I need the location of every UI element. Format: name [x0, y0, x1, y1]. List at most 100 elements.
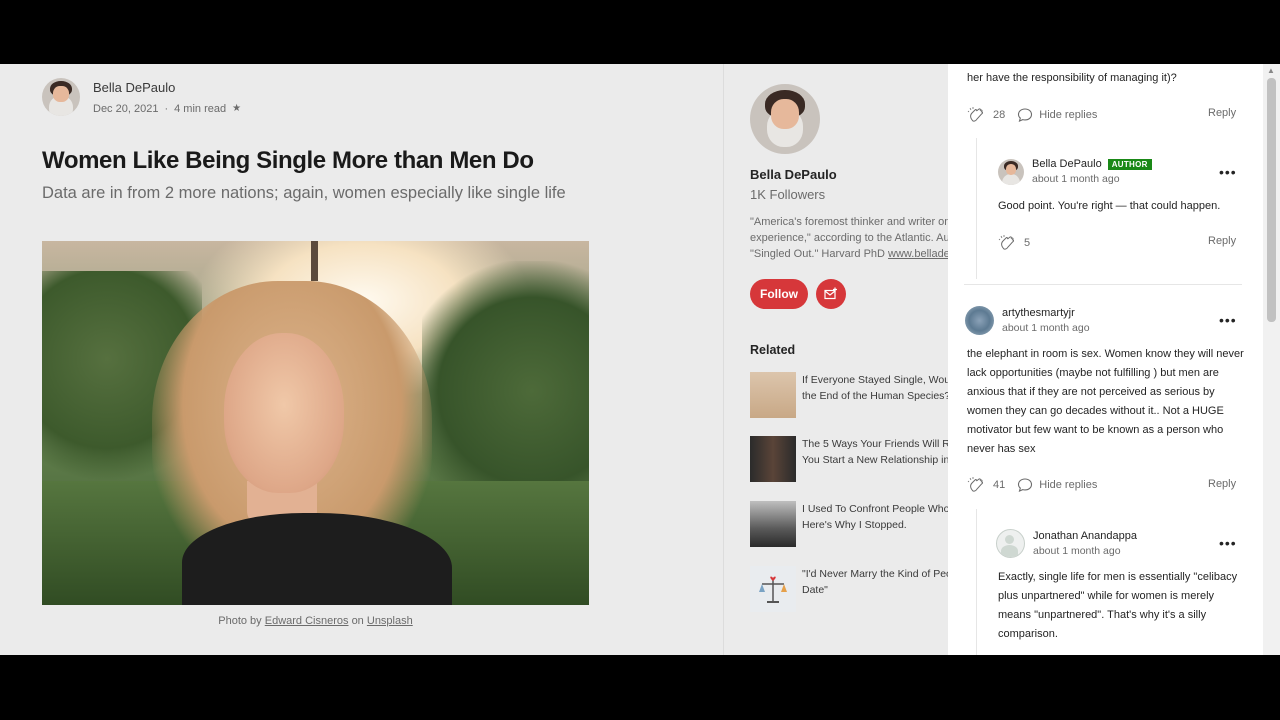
comment-text: the elephant in room is sex. Women know …: [967, 345, 1244, 459]
scales-heart-icon: [759, 576, 787, 603]
photo-face: [224, 333, 344, 493]
comment-actions: 28 Hide replies: [967, 106, 1097, 124]
related-title-line: "I'd Never Marry the Kind of Peop: [802, 568, 948, 580]
clap-icon[interactable]: [998, 234, 1016, 252]
reply-button[interactable]: Reply: [1208, 107, 1236, 119]
sidebar-author-name[interactable]: Bella DePaulo: [750, 167, 837, 182]
related-title-line: the End of the Human Species?: [802, 390, 948, 402]
related-item[interactable]: The 5 Ways Your Friends Will Re You Star…: [750, 436, 948, 482]
reply-thread-line: [976, 138, 977, 279]
subscribe-email-button[interactable]: [816, 279, 846, 309]
comment-author-avatar[interactable]: [965, 306, 994, 335]
related-thumbnail: [750, 372, 796, 418]
reply-meta: Bella DePaulo AUTHOR about 1 month ago: [1032, 158, 1152, 185]
reply-button[interactable]: Reply: [1208, 235, 1236, 247]
reply-header: Bella DePaulo AUTHOR about 1 month ago: [998, 158, 1152, 185]
comment-author-name[interactable]: artythesmartyjr: [1002, 307, 1090, 319]
reply-author-name[interactable]: Bella DePaulo: [1032, 158, 1102, 170]
read-time: 4 min read: [174, 102, 227, 115]
reply-author-avatar[interactable]: [998, 158, 1024, 185]
clap-icon[interactable]: [967, 476, 985, 494]
caption-prefix: Photo by: [218, 615, 262, 627]
author-name-link[interactable]: Bella DePaulo: [93, 80, 241, 95]
author-avatar[interactable]: [42, 78, 80, 116]
bio-line: "Singled Out." Harvard PhD www.bellade: [750, 246, 948, 262]
related-title: "I'd Never Marry the Kind of Peop Date": [802, 566, 948, 612]
related-title-line: I Used To Confront People Who C: [802, 503, 948, 515]
reply-line: comparison.: [998, 628, 1058, 640]
related-item[interactable]: "I'd Never Marry the Kind of Peop Date": [750, 566, 948, 612]
related-title-line: Here's Why I Stopped.: [802, 519, 907, 531]
hide-replies-button[interactable]: Hide replies: [1017, 107, 1097, 123]
comment-actions: 41 Hide replies: [967, 476, 1097, 494]
reply-line: plus unpartnered" while for women is mer…: [998, 590, 1215, 602]
meta-separator: ·: [164, 102, 169, 115]
photo-pole: [311, 241, 318, 281]
comment-line: never has sex: [967, 443, 1036, 455]
author-badge: AUTHOR: [1107, 158, 1152, 170]
related-title: I Used To Confront People Who C Here's W…: [802, 501, 948, 547]
comment-timestamp: about 1 month ago: [1002, 322, 1090, 334]
comment-header: artythesmartyjr about 1 month ago: [965, 306, 1090, 335]
reply-actions: 5: [998, 234, 1030, 252]
reply-thread-line: [976, 509, 977, 655]
article-author-row: Bella DePaulo Dec 20, 2021 · 4 min read …: [42, 78, 241, 116]
reply-timestamp: about 1 month ago: [1032, 173, 1120, 185]
related-title-line: You Start a New Relationship in M: [802, 454, 948, 466]
reply-header: Jonathan Anandappa about 1 month ago: [996, 529, 1137, 558]
reply-text: Exactly, single life for men is essentia…: [998, 568, 1237, 644]
clap-count: 41: [993, 479, 1006, 491]
unsplash-link[interactable]: Unsplash: [367, 615, 413, 627]
scroll-up-arrow-icon[interactable]: ▲: [1267, 66, 1275, 75]
article-subtitle: Data are in from 2 more nations; again, …: [42, 184, 566, 202]
reply-author-avatar[interactable]: [996, 529, 1025, 558]
speech-bubble-icon: [1018, 108, 1033, 122]
scrollbar-thumb[interactable]: [1267, 78, 1276, 322]
article-title: Women Like Being Single More than Men Do: [42, 147, 534, 174]
related-thumbnail: [750, 501, 796, 547]
reply-button[interactable]: Reply: [1208, 478, 1236, 490]
more-options-icon[interactable]: •••: [1219, 164, 1237, 180]
reply-text: Good point. You're right — that could ha…: [998, 200, 1221, 212]
bio-website-link[interactable]: www.bellade: [888, 248, 948, 260]
comment-line: lack opportunities (maybe not fulfilling…: [967, 367, 1219, 379]
sidebar-followers[interactable]: 1K Followers: [750, 187, 825, 202]
bio-line-text: "Singled Out." Harvard PhD: [750, 248, 885, 260]
comment-divider: [964, 284, 1242, 285]
reply-author-row: Bella DePaulo AUTHOR: [1032, 158, 1152, 170]
more-options-icon[interactable]: •••: [1219, 535, 1237, 551]
follow-button[interactable]: Follow: [750, 279, 808, 309]
bio-line: experience," according to the Atlantic. …: [750, 232, 948, 244]
sidebar-author-avatar[interactable]: [750, 84, 820, 154]
article-hero-photo: [42, 241, 589, 605]
reply-line: Exactly, single life for men is essentia…: [998, 571, 1238, 583]
more-options-icon[interactable]: •••: [1219, 312, 1237, 328]
related-thumbnail: [750, 566, 796, 612]
related-heading: Related: [750, 343, 796, 357]
reply-meta: Jonathan Anandappa about 1 month ago: [1033, 530, 1137, 557]
article-column: Bella DePaulo Dec 20, 2021 · 4 min read …: [0, 64, 723, 655]
related-item[interactable]: If Everyone Stayed Single, Would the End…: [750, 372, 948, 418]
hide-replies-button[interactable]: Hide replies: [1017, 477, 1097, 493]
post-date: Dec 20, 2021: [93, 102, 159, 115]
hide-replies-label: Hide replies: [1039, 109, 1098, 121]
browser-viewport: Bella DePaulo Dec 20, 2021 · 4 min read …: [0, 64, 1280, 655]
author-meta: Bella DePaulo Dec 20, 2021 · 4 min read …: [93, 80, 241, 115]
comment-line: women they can go decades without it.. N…: [967, 405, 1224, 417]
related-item[interactable]: I Used To Confront People Who C Here's W…: [750, 501, 948, 547]
comments-scrollbar[interactable]: ▲: [1263, 64, 1280, 655]
comment-line: anxious that if they are not perceived a…: [967, 386, 1215, 398]
member-star-icon: ★: [232, 103, 242, 114]
reply-author-name[interactable]: Jonathan Anandappa: [1033, 530, 1137, 542]
comment-text-tail: her have the responsibility of managing …: [967, 72, 1177, 84]
clap-count: 28: [993, 109, 1006, 121]
photographer-link[interactable]: Edward Cisneros: [265, 615, 349, 627]
reply-line: means "unpartnered". That's why it's a s…: [998, 609, 1207, 621]
clap-icon[interactable]: [967, 106, 985, 124]
hide-replies-label: Hide replies: [1039, 479, 1098, 491]
comment-line: motivator but few want to be known as a …: [967, 424, 1224, 436]
comments-panel: her have the responsibility of managing …: [948, 64, 1263, 655]
caption-on: on: [351, 615, 364, 627]
clap-count: 5: [1024, 237, 1031, 249]
comment-line: the elephant in room is sex. Women know …: [967, 348, 1244, 360]
